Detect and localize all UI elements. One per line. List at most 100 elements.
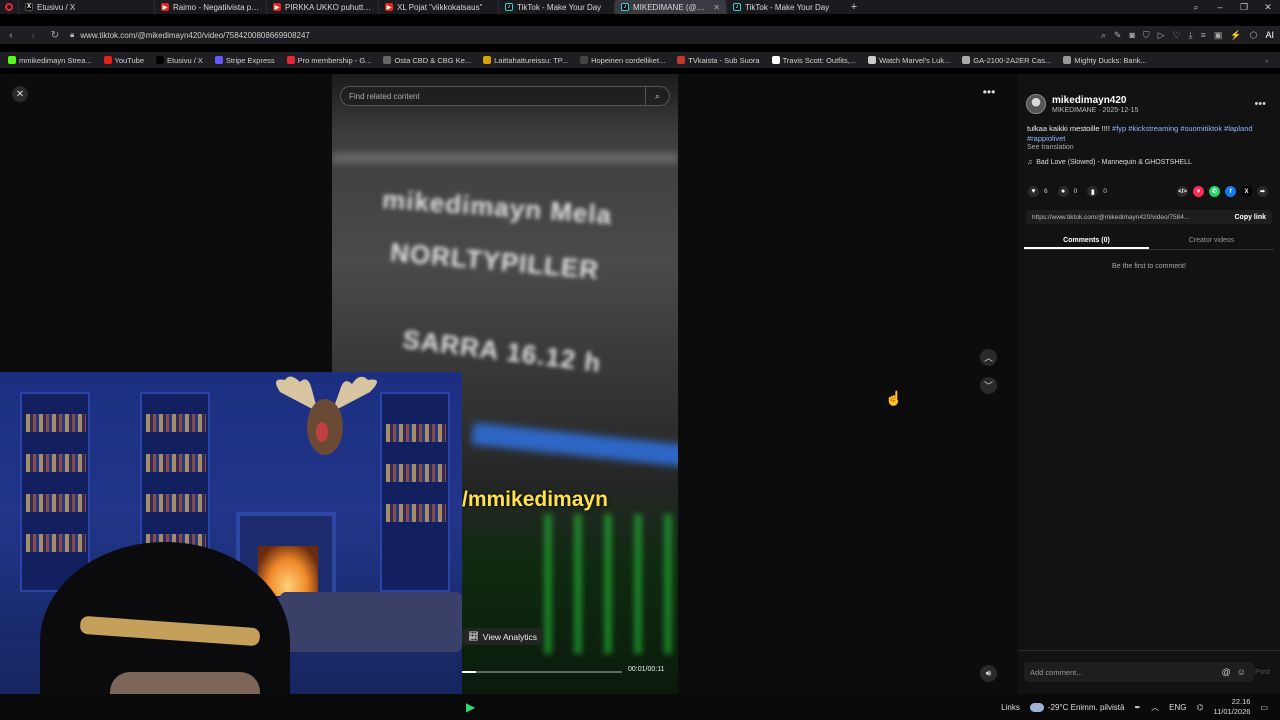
like-button[interactable]: ♥ 6 [1028,186,1048,197]
x-share-icon[interactable]: X [1241,186,1252,197]
bookmark-item[interactable]: Laittahattureissu: TP... [483,56,568,65]
camera-icon[interactable]: ◙ [1129,30,1134,40]
tab-label: XL Pojat "viikkokatsaus" [397,2,483,12]
comment-input[interactable]: Add comment... @ ☺ [1024,662,1254,682]
bookmark-item[interactable]: Stripe Express [214,56,275,65]
close-video-button[interactable]: ✕ [12,86,28,102]
bookmark-item[interactable]: YouTube [103,55,145,65]
tray-chevron-icon[interactable]: ︿ [1151,702,1159,713]
extension-icon[interactable]: ⚡ [1230,30,1241,41]
previous-video-button[interactable]: ︿ [980,349,997,366]
search-icon[interactable]: ⌕ [645,87,669,105]
shield-icon[interactable]: ⛉ [1143,30,1150,41]
links-toolbar[interactable]: Links [1001,703,1020,712]
bookmark-item[interactable]: Pro membership - G... [286,56,371,65]
whatsapp-icon[interactable]: ✆ [1209,186,1220,197]
tab-tiktok-1[interactable]: ♪ TikTok - Make Your Day [498,0,614,14]
find-related-search[interactable]: Find related content ⌕ [340,86,670,106]
view-analytics-label: View Analytics [482,631,537,642]
minimize-button[interactable]: – [1208,2,1232,12]
save-button[interactable]: ▮ 0 [1087,186,1107,197]
tab-tiktok-2[interactable]: ♪ TikTok - Make Your Day [726,0,844,14]
more-options-icon[interactable]: ••• [980,86,998,102]
video-green-lights [522,514,672,654]
bookmarks-more-icon[interactable]: › [1266,56,1280,65]
forward-button[interactable]: › [22,30,44,41]
music-title[interactable]: Bad Love (Slowed) - Mannequin & GHOSTSHE… [1036,159,1192,166]
bookmark-item[interactable]: Hopeinen cordelliket... [580,56,665,65]
see-translation-link[interactable]: See translation [1027,144,1074,151]
ai-button[interactable]: AI [1265,30,1274,40]
notifications-icon[interactable]: ▭ [1260,703,1268,712]
video-progress-bar[interactable] [462,671,622,673]
menu-icon[interactable]: ≡ [1201,30,1206,40]
tab-label: TikTok - Make Your Day [517,2,602,12]
heart-icon[interactable]: ♡ [1173,30,1181,41]
search-tabs-icon[interactable]: ⌕ [1184,2,1208,13]
next-video-button[interactable]: ﹀ [980,377,997,394]
tab-comments[interactable]: Comments (0) [1024,234,1149,249]
bookmark-label: YouTube [114,55,145,65]
author-block[interactable]: mikedimayn420 MIKEDIMANE · 2025-12-15 [1026,94,1138,114]
author-username[interactable]: mikedimayn420 [1052,95,1138,106]
mention-icon[interactable]: @ [1222,667,1231,677]
tab-youtube-xl-pojat[interactable]: ▶ XL Pojat "viikkokatsaus" [378,0,498,14]
reload-button[interactable]: ↻ [44,30,66,41]
share-arrow-icon[interactable]: ➦ [1257,186,1268,197]
bookmark-item[interactable]: mmikedimayn Strea... [8,56,92,65]
embed-icon[interactable]: </> [1177,186,1188,197]
opera-logo-icon[interactable] [0,0,18,14]
repost-icon[interactable]: ▼ [1193,186,1204,197]
new-tab-button[interactable]: + [844,1,864,13]
video-link-text[interactable]: https://www.tiktok.com/@mikedimayn420/vi… [1032,214,1217,221]
tab-youtube-raimo[interactable]: ▶ Raimo - Negatiivista palau [154,0,266,14]
post-more-icon[interactable]: ••• [1254,98,1266,110]
play-icon[interactable]: ▷ [1158,30,1165,41]
tab-youtube-pirkka[interactable]: ▶ PIRKKA UKKO puhuttelun [266,0,378,14]
bookmark-favicon-icon [8,56,16,64]
tab-x[interactable]: X Etusivu / X [18,0,154,14]
volume-button[interactable]: 🔊︎ [980,665,997,682]
bookmark-item[interactable]: Mighty Ducks: Bank... [1063,56,1147,65]
bookmark-item[interactable]: Osta CBD & CBG Ke... [383,56,471,65]
find-related-placeholder: Find related content [349,91,420,101]
back-button[interactable]: ‹ [0,30,22,41]
copy-link-button[interactable]: Copy link [1234,214,1272,221]
facebook-icon[interactable]: f [1225,186,1236,197]
zoom-icon[interactable]: ⌕ [1101,30,1106,41]
pen-icon[interactable]: ✒ [1134,703,1141,712]
maximize-button[interactable]: ❐ [1232,2,1256,13]
url-field[interactable]: 🔒︎ www.tiktok.com/@mikedimayn420/video/7… [70,30,650,40]
emoji-icon[interactable]: ☺ [1237,667,1246,677]
clock[interactable]: 22.16 11/01/2026 [1213,697,1250,717]
close-window-button[interactable]: ✕ [1256,2,1280,13]
comment-button[interactable]: ● 0 [1057,186,1077,197]
bookmarks-bar: mmikedimayn Strea... YouTube Etusivu / X St… [0,52,1280,68]
tab-creator-videos[interactable]: Creator videos [1149,234,1274,249]
tab-tiktok-mikedimane[interactable]: ♪ MIKEDIMANE (@mike ✕ [614,0,726,14]
post-comment-button[interactable]: Post [1255,667,1270,676]
bookmark-item[interactable]: Watch Marvel's Luk... [868,56,950,65]
address-bar-tools: ⌕ ✎ ◙ ⛉ ▷ ♡ ⤓ ≡ ▣ ⚡ ⬡ AI [1101,30,1280,41]
moose-head-icon [276,376,378,455]
view-analytics-button[interactable]: 📈︎ View Analytics [462,628,543,645]
edit-icon[interactable]: ✎ [1114,30,1122,41]
close-tab-icon[interactable]: ✕ [713,3,720,12]
weather-widget[interactable]: -29°C Enimm. pilvistä [1029,702,1124,712]
video-timecode: 00:01/00:11 [628,666,665,673]
bookmark-item[interactable]: Etusivu / X [156,56,203,65]
cube-icon[interactable]: ⬡ [1250,30,1258,41]
language-indicator[interactable]: ENG [1169,703,1186,712]
bookmark-item[interactable]: TVkaista - Sub Suora [677,56,760,65]
bookmark-label: Osta CBD & CBG Ke... [394,55,472,65]
kick-app-icon[interactable]: ▶ [466,700,475,714]
music-row[interactable]: ♫ Bad Love (Slowed) - Mannequin & GHOSTS… [1027,159,1192,166]
bookmark-item[interactable]: GA-2100-2A2ER Cas... [962,56,1051,65]
bookmark-favicon-icon [677,56,686,64]
avatar[interactable] [1026,94,1046,114]
network-icon[interactable]: ⌬ [1196,703,1203,712]
bookmark-item[interactable]: Travis Scott: Outfits,... [771,56,856,65]
download-icon[interactable]: ⤓ [1189,30,1193,41]
wallet-icon[interactable]: ▣ [1214,30,1223,41]
bookmark-favicon-icon [771,56,780,64]
